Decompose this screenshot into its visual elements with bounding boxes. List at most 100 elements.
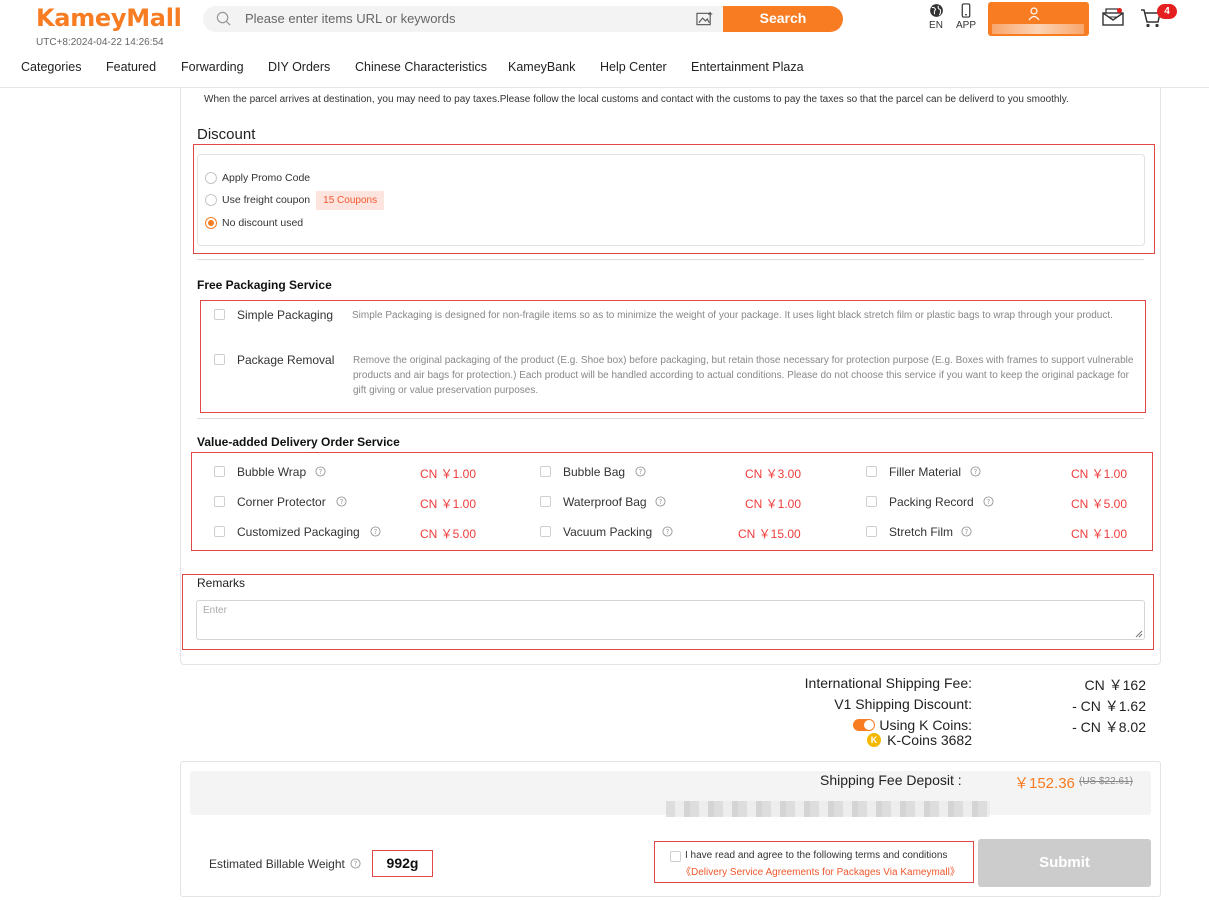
vacuum-packing-price: CN ￥15.00 [738, 527, 801, 541]
k-coins-label: Using K Coins: [879, 717, 972, 733]
waterproof-bag-price: CN ￥1.00 [745, 497, 802, 511]
nav-chinese-characteristics[interactable]: Chinese Characteristics [355, 60, 487, 74]
shipping-discount-label: V1 Shipping Discount: [834, 696, 972, 712]
nav-kameybank[interactable]: KameyBank [508, 60, 575, 74]
stretch-film-label[interactable]: Stretch Film [889, 525, 953, 539]
help-icon[interactable]: ? [961, 526, 972, 537]
nav-help-center[interactable]: Help Center [600, 60, 667, 74]
nav-featured[interactable]: Featured [106, 60, 156, 74]
waterproof-bag-label[interactable]: Waterproof Bag [563, 495, 647, 509]
search-icon [216, 11, 231, 26]
svg-text:?: ? [666, 528, 670, 536]
redacted-info [666, 801, 990, 817]
search-button[interactable]: Search [723, 6, 843, 32]
promo-code-label: Apply Promo Code [222, 172, 311, 184]
freight-coupon-option[interactable]: Use freight coupon 15 Coupons [205, 190, 385, 210]
svg-text:?: ? [319, 468, 323, 476]
app-label: APP [955, 20, 976, 31]
k-coins-balance: K-Coins 3682 [887, 732, 972, 748]
terms-checkbox[interactable] [670, 851, 681, 862]
svg-text:?: ? [354, 860, 358, 868]
terms-text: I have read and agree to the following t… [685, 850, 948, 861]
user-icon [1028, 7, 1040, 21]
notification-dot [1117, 8, 1122, 13]
terms-link[interactable]: 《Delivery Service Agreements for Package… [681, 863, 960, 878]
intl-shipping-fee-label: International Shipping Fee: [804, 675, 972, 691]
language-switch[interactable]: EN [926, 3, 946, 31]
stretch-film-checkbox[interactable] [866, 526, 877, 537]
help-icon[interactable]: ? [970, 466, 981, 477]
freight-coupon-radio[interactable] [205, 194, 217, 206]
filler-material-label[interactable]: Filler Material [889, 465, 961, 479]
value-added-title: Value-added Delivery Order Service [197, 435, 400, 449]
search-input[interactable]: Please enter items URL or keywords [245, 6, 456, 32]
search-bar[interactable]: Please enter items URL or keywords Searc… [203, 6, 843, 32]
bubble-wrap-price: CN ￥1.00 [420, 467, 477, 481]
coupon-count-badge[interactable]: 15 Coupons [316, 190, 385, 210]
discount-title: Discount [197, 126, 256, 143]
package-removal-label[interactable]: Package Removal [237, 353, 334, 367]
svg-text:?: ? [374, 528, 378, 536]
corner-protector-price: CN ￥1.00 [420, 497, 477, 511]
svg-text:?: ? [987, 498, 991, 506]
submit-button[interactable]: Submit [978, 839, 1151, 887]
waterproof-bag-checkbox[interactable] [540, 496, 551, 507]
packing-record-checkbox[interactable] [866, 496, 877, 507]
customized-packaging-checkbox[interactable] [214, 526, 225, 537]
language-label: EN [929, 20, 943, 31]
nav-entertainment-plaza[interactable]: Entertainment Plaza [691, 60, 804, 74]
resize-grip-icon[interactable] [1135, 630, 1143, 638]
bubble-wrap-checkbox[interactable] [214, 466, 225, 477]
simple-packaging-label[interactable]: Simple Packaging [237, 308, 333, 322]
svg-text:?: ? [340, 498, 344, 506]
help-icon[interactable]: ? [350, 858, 361, 869]
simple-packaging-checkbox[interactable] [214, 309, 225, 320]
billable-weight-label: Estimated Billable Weight [209, 857, 345, 871]
nav-categories[interactable]: Categories [21, 60, 81, 74]
no-discount-option[interactable]: No discount used [205, 216, 303, 230]
k-coins-value: - CN ￥8.02 [1072, 719, 1146, 735]
help-icon[interactable]: ? [655, 496, 666, 507]
nav-diy-orders[interactable]: DIY Orders [268, 60, 330, 74]
promo-code-option[interactable]: Apply Promo Code [205, 171, 310, 185]
app-download[interactable]: APP [953, 3, 979, 31]
simple-packaging-desc: Simple Packaging is designed for non-fra… [352, 310, 1113, 321]
bubble-bag-checkbox[interactable] [540, 466, 551, 477]
image-search-icon[interactable] [696, 11, 713, 27]
bubble-bag-label[interactable]: Bubble Bag [563, 465, 625, 479]
help-icon[interactable]: ? [370, 526, 381, 537]
corner-protector-checkbox[interactable] [214, 496, 225, 507]
deposit-usd-value: (US $22.61) [1079, 776, 1133, 787]
help-icon[interactable]: ? [635, 466, 646, 477]
bubble-wrap-label[interactable]: Bubble Wrap [237, 465, 306, 479]
phone-icon [961, 3, 971, 18]
logo[interactable]: KameyMall [36, 4, 182, 32]
user-account-button[interactable] [988, 2, 1089, 36]
no-discount-radio[interactable] [205, 217, 217, 229]
bubble-bag-price: CN ￥3.00 [745, 467, 802, 481]
globe-icon [929, 4, 943, 17]
vacuum-packing-label[interactable]: Vacuum Packing [563, 525, 652, 539]
section-divider [197, 259, 1144, 260]
deposit-value: ￥152.36 [1014, 775, 1075, 792]
help-icon[interactable]: ? [315, 466, 326, 477]
promo-code-radio[interactable] [205, 172, 217, 184]
svg-text:?: ? [659, 498, 663, 506]
vacuum-packing-checkbox[interactable] [540, 526, 551, 537]
nav-forwarding[interactable]: Forwarding [181, 60, 244, 74]
customized-packaging-label[interactable]: Customized Packaging [237, 525, 360, 539]
package-removal-checkbox[interactable] [214, 354, 225, 365]
section-divider [197, 418, 1144, 419]
svg-text:?: ? [974, 468, 978, 476]
help-icon[interactable]: ? [983, 496, 994, 507]
customized-packaging-price: CN ￥5.00 [420, 527, 477, 541]
filler-material-checkbox[interactable] [866, 466, 877, 477]
corner-protector-label[interactable]: Corner Protector [237, 495, 326, 509]
k-coins-toggle[interactable] [853, 719, 875, 731]
help-icon[interactable]: ? [336, 496, 347, 507]
packing-record-label[interactable]: Packing Record [889, 495, 974, 509]
help-icon[interactable]: ? [662, 526, 673, 537]
shipping-discount-value: - CN ￥1.62 [1072, 698, 1146, 714]
remarks-textarea[interactable]: Enter [196, 600, 1145, 640]
server-clock: UTC+8:2024-04-22 14:26:54 [36, 37, 164, 48]
